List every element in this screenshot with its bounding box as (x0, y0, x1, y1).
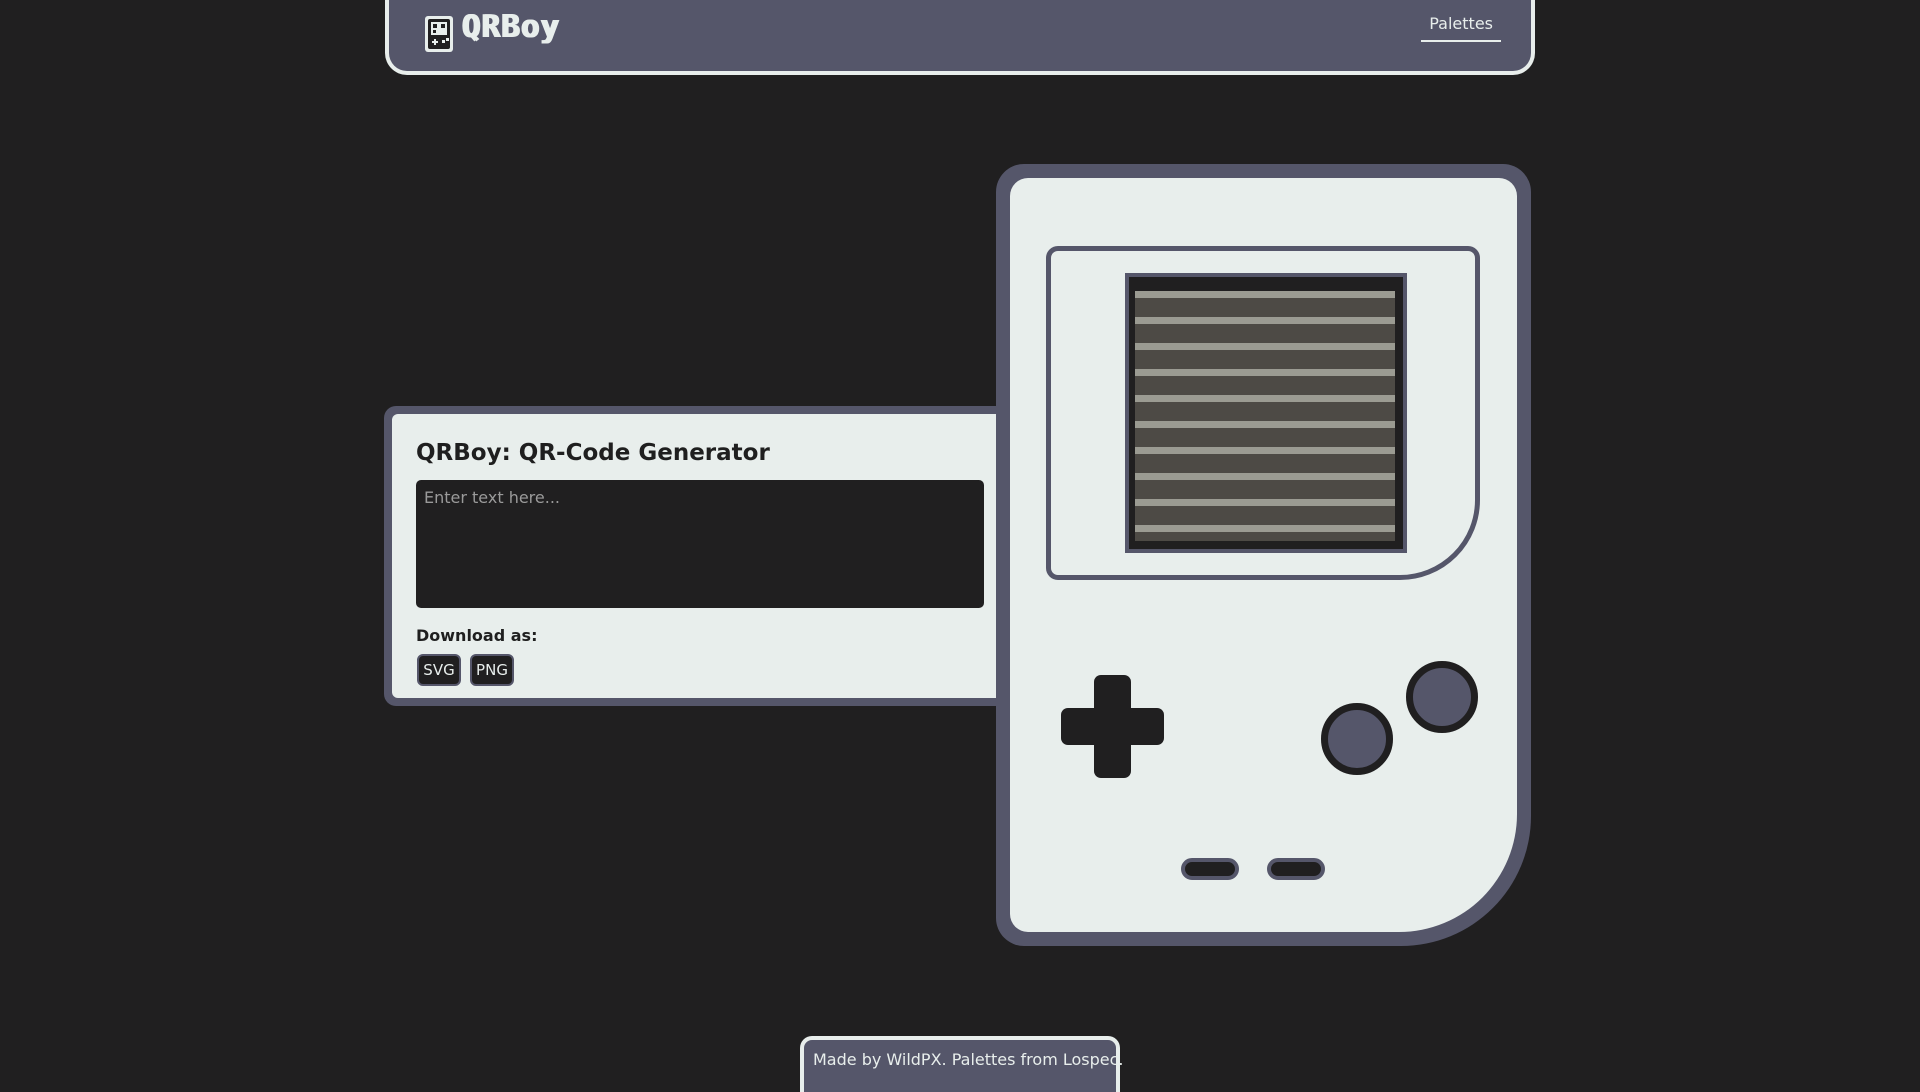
lospec-link[interactable]: Lospec (1063, 1050, 1119, 1069)
site-logo-text[interactable]: QRBoy (461, 9, 559, 45)
b-button[interactable] (1321, 703, 1393, 775)
footer-prefix: Made by (813, 1050, 887, 1069)
start-button[interactable] (1267, 858, 1325, 880)
gameboy-body (1010, 178, 1517, 932)
a-button[interactable] (1406, 661, 1478, 733)
download-label: Download as: (416, 626, 538, 645)
author-link[interactable]: WildPX (886, 1050, 941, 1069)
download-png-button[interactable]: PNG (470, 654, 514, 686)
generator-panel-body: QRBoy: QR-Code Generator Download as: SV… (392, 414, 1014, 698)
site-footer: Made by WildPX. Palettes from Lospec. (800, 1036, 1124, 1092)
qr-preview-screen (1125, 273, 1407, 553)
site-header: QRBoy Palettes (385, 0, 1535, 75)
download-svg-button[interactable]: SVG (417, 654, 461, 686)
gameboy-device (996, 164, 1531, 946)
qr-text-input[interactable] (416, 480, 984, 608)
footer-suffix: . (1118, 1050, 1124, 1069)
gameboy-logo-icon (425, 16, 453, 52)
page-title: QRBoy: QR-Code Generator (416, 440, 770, 466)
generator-panel: QRBoy: QR-Code Generator Download as: SV… (384, 406, 1014, 706)
dpad-vertical (1094, 675, 1131, 778)
footer-middle: . Palettes from (941, 1050, 1063, 1069)
screen-scanlines (1135, 291, 1395, 541)
screen-frame (1046, 246, 1480, 580)
nav-palettes-link[interactable]: Palettes (1421, 14, 1501, 42)
select-button[interactable] (1181, 858, 1239, 880)
